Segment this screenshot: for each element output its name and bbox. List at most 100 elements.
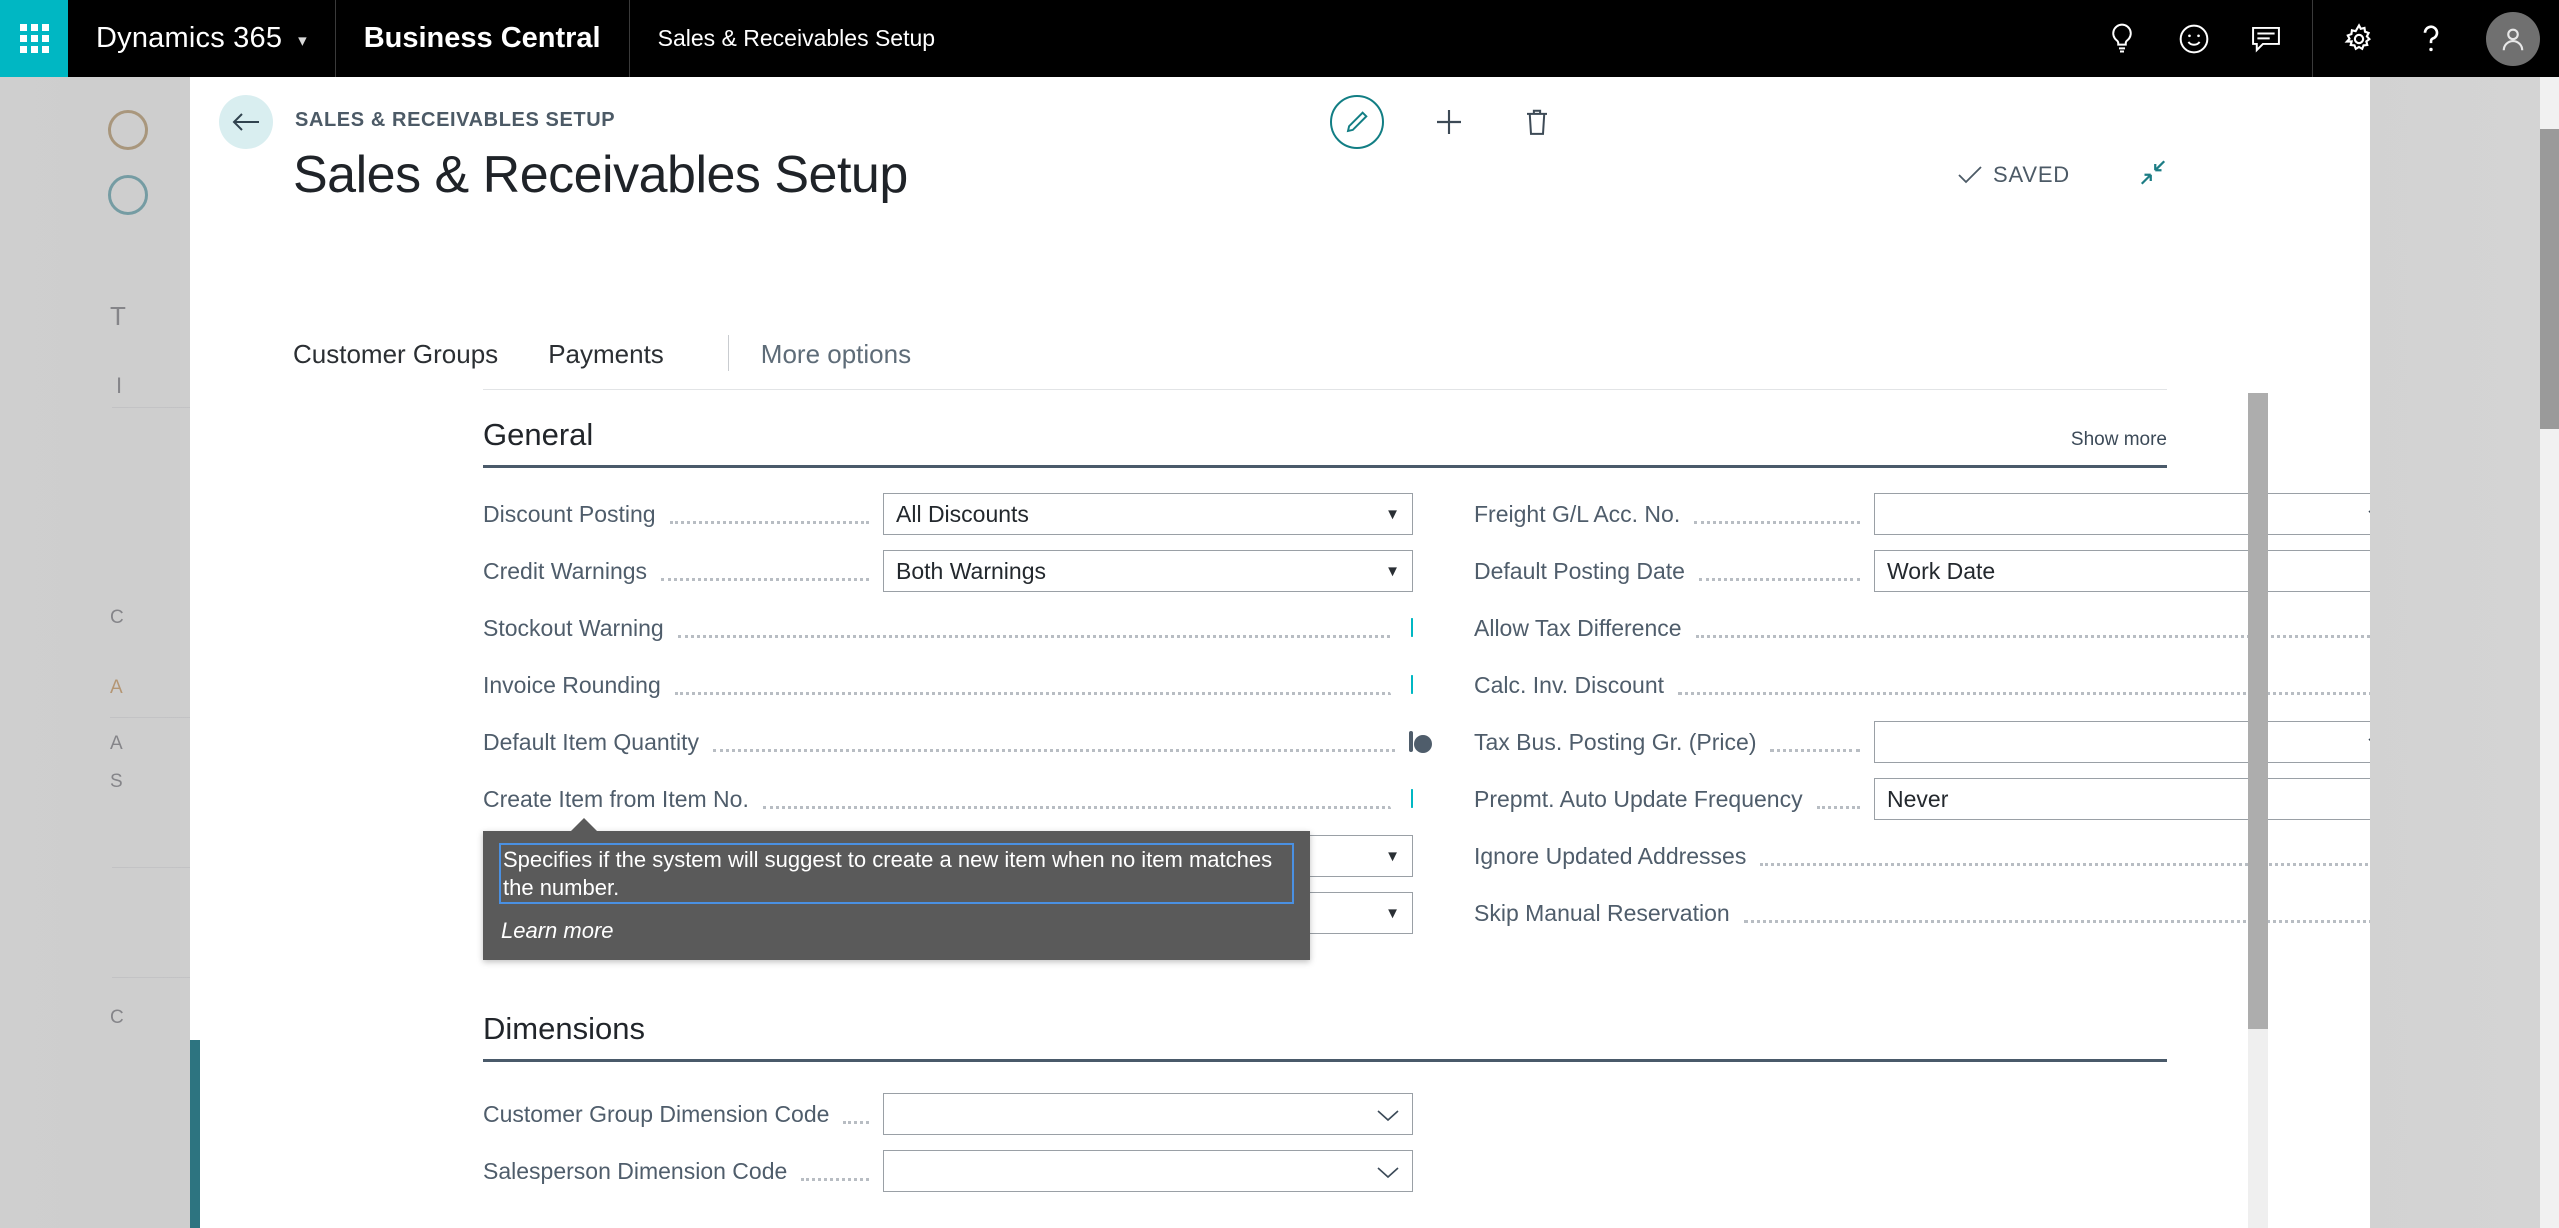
field-label: Salesperson Dimension Code bbox=[483, 1157, 788, 1184]
minimize-button[interactable] bbox=[2138, 158, 2168, 193]
page-breadcrumb-label: Sales & Receivables Setup bbox=[657, 25, 936, 51]
feedback-icon[interactable] bbox=[2230, 0, 2302, 77]
learn-more-link[interactable]: Learn more bbox=[501, 918, 1292, 944]
tab-payments[interactable]: Payments bbox=[548, 339, 664, 378]
new-button[interactable] bbox=[1426, 99, 1472, 145]
field-control: Work Date ▼ bbox=[1874, 550, 2370, 592]
bg-text: A bbox=[110, 677, 123, 698]
field-freight-gl-acc-no: Freight G/L Acc. No. bbox=[1474, 493, 2370, 535]
section-dimensions-rule bbox=[483, 1059, 2167, 1062]
field-credit-warnings: Credit Warnings Both Warnings ▼ bbox=[483, 550, 1413, 592]
field-label: Discount Posting bbox=[483, 500, 656, 527]
chevron-down-icon: ▾ bbox=[298, 31, 307, 50]
sales-receivables-setup-page: SALES & RECEIVABLES SETUP Sales & Receiv… bbox=[190, 77, 2370, 1228]
field-dot-leader bbox=[674, 691, 1397, 695]
bg-text: A bbox=[110, 733, 123, 754]
account-button[interactable] bbox=[2467, 0, 2559, 77]
field-default-posting-date: Default Posting Date Work Date ▼ bbox=[1474, 550, 2370, 592]
content-scrollbar-thumb[interactable] bbox=[2248, 393, 2268, 1029]
default-item-quantity-toggle[interactable] bbox=[1409, 731, 1432, 753]
background-page-content: T I C A A S C bbox=[0, 77, 190, 1228]
field-stockout-warning: Stockout Warning bbox=[483, 607, 1413, 649]
brand-menu[interactable]: Dynamics 365 ▾ bbox=[68, 0, 336, 77]
page-accent-stripe bbox=[190, 1040, 200, 1228]
customer-group-dimension-code-lookup[interactable] bbox=[883, 1093, 1413, 1135]
field-create-item-from-item-no: Create Item from Item No. bbox=[483, 778, 1413, 820]
field-label: Default Item Quantity bbox=[483, 728, 700, 755]
discount-posting-dropdown[interactable]: All Discounts ▼ bbox=[883, 493, 1413, 535]
content-scroll-area: General Show more Discount Posting All D… bbox=[190, 393, 2370, 1228]
field-tooltip: Specifies if the system will suggest to … bbox=[483, 818, 1310, 960]
field-control bbox=[883, 1150, 1413, 1192]
field-control bbox=[1389, 789, 1413, 812]
create-item-from-item-no-toggle[interactable] bbox=[1389, 789, 1413, 812]
back-button[interactable] bbox=[219, 95, 273, 149]
field-label: Stockout Warning bbox=[483, 614, 664, 641]
window-scrollbar-thumb[interactable] bbox=[2540, 129, 2559, 429]
dropdown-value: All Discounts bbox=[896, 500, 1029, 527]
default-posting-date-dropdown[interactable]: Work Date ▼ bbox=[1874, 550, 2370, 592]
field-dot-leader bbox=[843, 1120, 869, 1124]
field-dot-leader bbox=[669, 520, 869, 524]
field-control: Both Warnings ▼ bbox=[883, 550, 1413, 592]
app-name-label: Business Central bbox=[363, 22, 601, 54]
page-tabs: Customer Groups Payments More options bbox=[190, 335, 2370, 381]
prepmt-auto-update-frequency-dropdown[interactable]: Never ▼ bbox=[1874, 778, 2370, 820]
salesperson-dimension-code-lookup[interactable] bbox=[883, 1150, 1413, 1192]
chevron-down-icon: ▼ bbox=[1385, 562, 1400, 580]
freight-gl-acc-no-lookup[interactable] bbox=[1874, 493, 2370, 535]
app-name[interactable]: Business Central bbox=[336, 0, 630, 77]
dropdown-value: Work Date bbox=[1887, 557, 1996, 584]
chevron-down-icon bbox=[2367, 501, 2370, 528]
field-calc-inv-discount: Calc. Inv. Discount bbox=[1474, 664, 2370, 706]
field-dot-leader bbox=[713, 748, 1395, 752]
bg-circle-icon bbox=[108, 175, 148, 215]
status-badge: SAVED bbox=[1957, 162, 2070, 188]
avatar bbox=[2486, 11, 2540, 66]
edit-button[interactable] bbox=[1330, 95, 1384, 149]
invoice-rounding-toggle[interactable] bbox=[1389, 675, 1413, 698]
chevron-down-icon: ▼ bbox=[1385, 847, 1400, 865]
chevron-down-icon bbox=[1376, 1101, 1400, 1128]
content-scrollbar[interactable] bbox=[2248, 393, 2268, 1228]
credit-warnings-dropdown[interactable]: Both Warnings ▼ bbox=[883, 550, 1413, 592]
brand-label: Dynamics 365 bbox=[96, 22, 283, 54]
tax-bus-posting-gr-price-lookup[interactable] bbox=[1874, 721, 2370, 763]
dropdown-value: Never bbox=[1887, 785, 1949, 812]
field-prepmt-auto-update-frequency: Prepmt. Auto Update Frequency Never ▼ bbox=[1474, 778, 2370, 820]
field-control bbox=[1874, 493, 2370, 535]
chevron-down-icon bbox=[1376, 1158, 1400, 1185]
field-control bbox=[1874, 721, 2370, 763]
bg-rule bbox=[112, 407, 190, 408]
bg-text: C bbox=[110, 1007, 124, 1028]
check-icon bbox=[1958, 166, 1982, 184]
lightbulb-icon[interactable] bbox=[2086, 0, 2158, 77]
section-general-rule bbox=[483, 465, 2167, 468]
bg-rule bbox=[112, 867, 190, 868]
window-scrollbar[interactable] bbox=[2540, 77, 2559, 1228]
field-control: All Discounts ▼ bbox=[883, 493, 1413, 535]
field-dot-leader bbox=[762, 805, 1397, 809]
section-dimensions-title: Dimensions bbox=[483, 1011, 645, 1046]
help-icon[interactable] bbox=[2395, 0, 2467, 77]
suite-bar-divider bbox=[2312, 0, 2313, 77]
show-more-link[interactable]: Show more bbox=[2071, 429, 2167, 451]
delete-button[interactable] bbox=[1514, 99, 1560, 145]
field-customer-group-dimension-code: Customer Group Dimension Code bbox=[483, 1093, 1413, 1135]
field-label: Prepmt. Auto Update Frequency bbox=[1474, 785, 1803, 812]
field-dot-leader bbox=[801, 1177, 869, 1181]
stockout-warning-toggle[interactable] bbox=[1389, 618, 1413, 641]
field-control bbox=[1389, 675, 1413, 698]
tab-more-options[interactable]: More options bbox=[761, 339, 911, 378]
tab-customer-groups[interactable]: Customer Groups bbox=[293, 339, 498, 378]
chevron-down-icon: ▼ bbox=[1385, 505, 1400, 523]
field-ignore-updated-addresses: Ignore Updated Addresses bbox=[1474, 835, 2370, 877]
app-launcher-button[interactable] bbox=[0, 0, 68, 77]
section-general: General Show more bbox=[483, 417, 2167, 468]
gear-icon[interactable] bbox=[2323, 0, 2395, 77]
suite-bar-spacer bbox=[963, 0, 2086, 77]
bg-circle-icon bbox=[108, 110, 148, 150]
page-breadcrumb[interactable]: Sales & Receivables Setup bbox=[630, 0, 963, 77]
field-label: Freight G/L Acc. No. bbox=[1474, 500, 1681, 527]
smiley-icon[interactable] bbox=[2158, 0, 2230, 77]
